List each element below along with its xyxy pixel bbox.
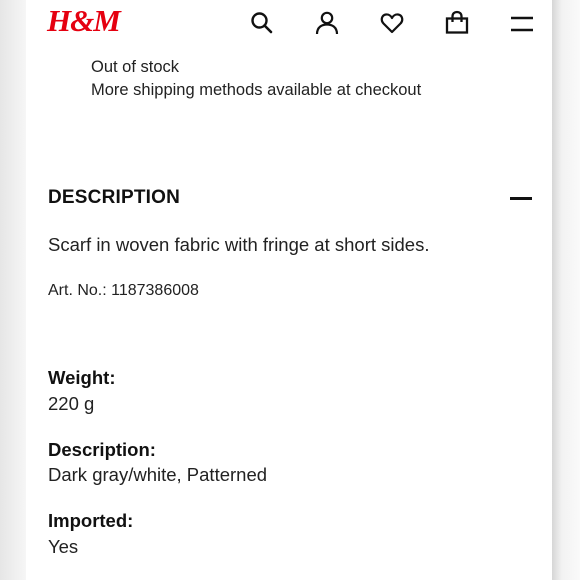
collapse-minus-icon[interactable] [510,197,532,200]
stock-status: Out of stock [91,58,180,76]
search-icon[interactable] [249,10,275,36]
product-page: H&M Out of stock More shipping methods a… [26,0,552,580]
attribute-value-weight: 220 g [48,393,95,414]
favorites-heart-icon[interactable] [379,10,405,36]
attribute-label-imported: Imported: [48,510,134,531]
attribute-value-description: Dark gray/white, Patterned [48,464,268,485]
description-section-title[interactable]: DESCRIPTION [48,187,180,209]
left-background-edge [0,0,26,580]
product-description-text: Scarf in woven fabric with fringe at sho… [48,234,430,255]
shopping-bag-icon[interactable] [444,10,470,36]
account-icon[interactable] [314,10,340,36]
attribute-value-imported: Yes [48,536,79,557]
shipping-methods-note: More shipping methods available at check… [91,81,422,99]
right-background-edge [552,0,580,580]
hm-logo[interactable]: H&M [47,4,121,38]
menu-hamburger-icon[interactable] [509,10,535,36]
attribute-label-description: Description: [48,439,156,460]
site-header: H&M [26,0,552,50]
article-number: Art. No.: 1187386008 [48,282,199,299]
attribute-label-weight: Weight: [48,367,116,388]
